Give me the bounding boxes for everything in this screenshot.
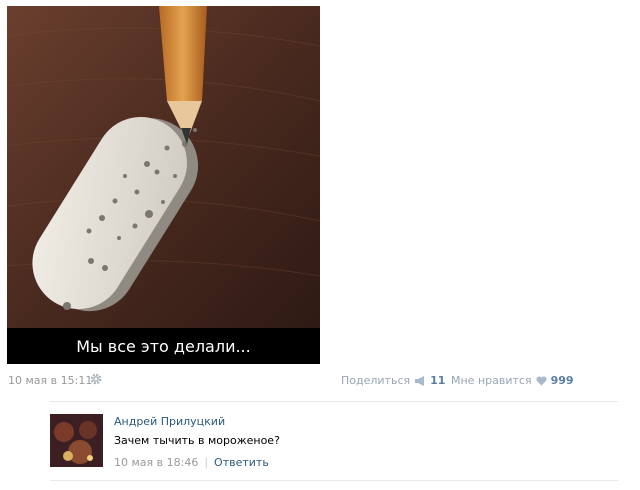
avatar-image xyxy=(50,414,103,467)
post-meta: 10 мая в 15:11 Поделиться 11 Мне нравитс… xyxy=(8,372,576,388)
post-image[interactable]: Мы все это делали... xyxy=(7,6,320,364)
share-count: 11 xyxy=(430,374,446,387)
share-button[interactable]: Поделиться 11 xyxy=(341,374,445,387)
gear-icon[interactable] xyxy=(90,373,102,385)
like-label: Мне нравится xyxy=(451,374,532,387)
megaphone-icon xyxy=(415,375,425,386)
divider xyxy=(50,480,618,481)
image-caption: Мы все это делали... xyxy=(7,328,320,364)
photo-eraser-with-pencil xyxy=(7,6,320,328)
reply-button[interactable]: Ответить xyxy=(214,456,269,469)
comment-text: Зачем тычить в мороженое? xyxy=(114,434,280,447)
comment-author[interactable]: Андрей Прилуцкий xyxy=(114,415,225,428)
like-button[interactable]: Мне нравится 999 xyxy=(451,374,574,387)
comment-date[interactable]: 10 мая в 18:46 xyxy=(114,456,198,469)
like-count: 999 xyxy=(550,374,574,387)
heart-icon xyxy=(536,375,547,385)
avatar[interactable] xyxy=(50,414,103,467)
divider xyxy=(50,401,618,402)
comment-meta: 10 мая в 18:46 | Ответить xyxy=(114,456,269,469)
separator: | xyxy=(204,456,209,469)
share-label: Поделиться xyxy=(341,374,411,387)
post-date[interactable]: 10 мая в 15:11 xyxy=(8,374,92,387)
